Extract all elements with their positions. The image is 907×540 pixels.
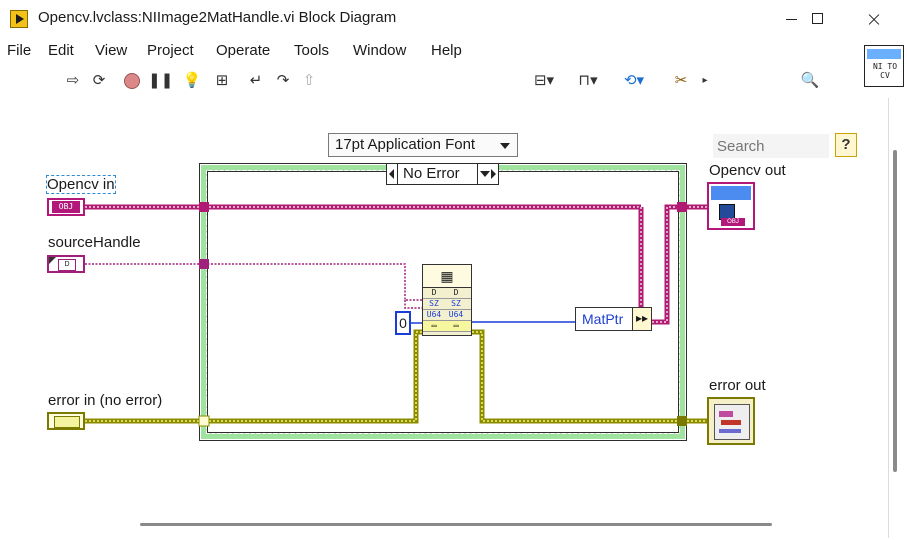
call-library-node[interactable]: ▦ DD SZ SZ U64 U64 ▭ ▭ [422,264,472,336]
opencv-in-control[interactable]: OBJ [47,198,85,216]
refnum-icon: D [58,259,76,271]
error-out-label[interactable]: error out [709,377,766,394]
obj-tag: OBJ [721,218,745,226]
obj-tag: OBJ [52,201,80,213]
case-selector-terminal[interactable] [198,415,210,427]
opencv-in-label[interactable]: Opencv in [46,175,116,194]
dll-icon: ▦ [423,265,471,288]
arrow-right-icon: ▸▸ [636,311,649,325]
node-row: U64 U64 [423,310,471,321]
matptr-property-node[interactable]: MatPtr [575,307,639,331]
error-cluster-icon [54,416,80,428]
node-row: SZ SZ [423,299,471,310]
source-handle-wire[interactable] [85,263,423,309]
source-handle-control[interactable]: D [47,255,85,273]
numeric-constant[interactable]: 0 [395,311,411,335]
handle-input-tunnel[interactable] [199,259,209,269]
error-out-indicator[interactable] [707,397,755,445]
node-row-error: ▭ ▭ [423,321,471,332]
node-row: DD [423,288,471,299]
property-node-terminal[interactable]: ▸▸ [632,307,652,331]
opencv-out-label[interactable]: Opencv out [709,162,786,179]
class-input-tunnel[interactable] [199,202,209,212]
case-selector[interactable]: No Error [386,163,499,185]
source-handle-label[interactable]: sourceHandle [48,234,141,251]
decrement-case-icon[interactable] [387,164,398,184]
opencv-out-indicator[interactable]: OBJ [707,182,755,230]
error-cluster-wire[interactable] [85,329,708,424]
error-in-label[interactable]: error in (no error) [48,392,162,409]
error-output-tunnel[interactable] [677,416,687,426]
case-dropdown-icon[interactable] [477,164,498,184]
case-selector-label: No Error [403,165,460,182]
error-in-control[interactable] [47,412,85,430]
class-output-tunnel[interactable] [677,202,687,212]
